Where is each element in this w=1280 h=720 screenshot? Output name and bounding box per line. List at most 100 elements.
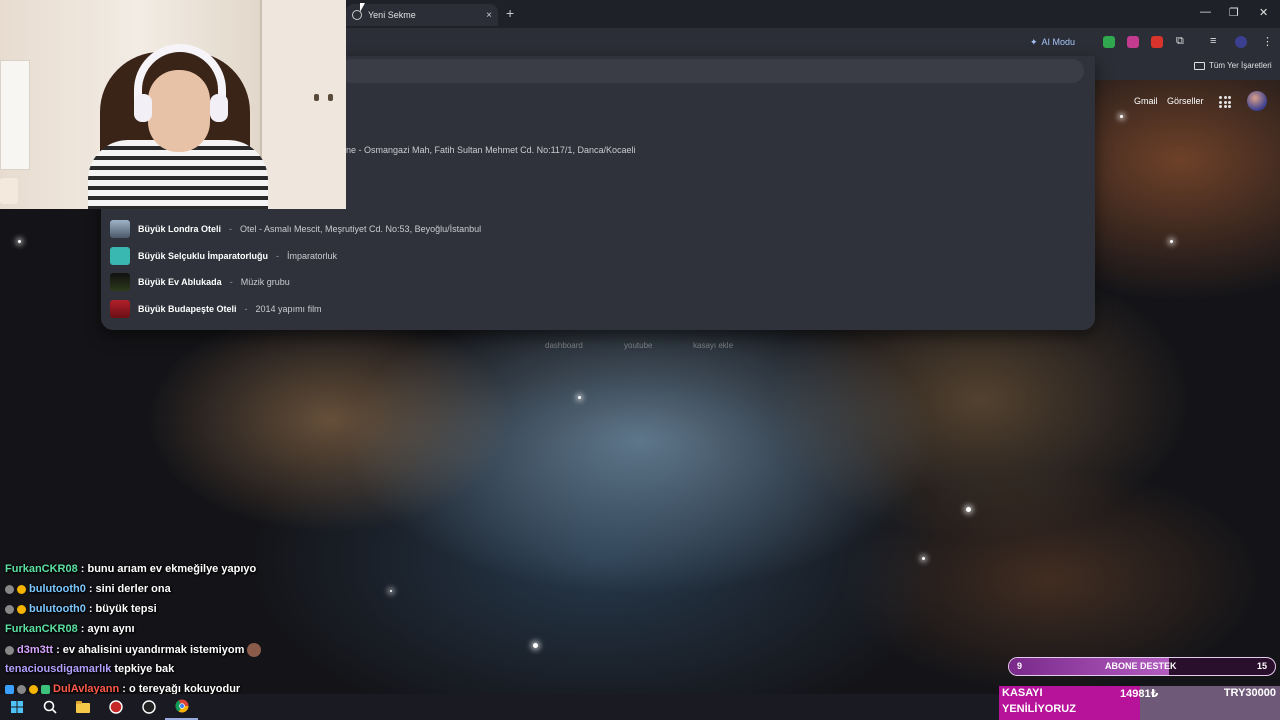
chat-text: : aynı aynı: [80, 623, 135, 635]
suggestion-item[interactable]: Büyük Selçuklu İmparatorluğu - İmparator…: [110, 246, 337, 266]
suggestion-title: Büyük Londra Oteli: [138, 224, 222, 234]
app-circle-icon: [108, 700, 123, 714]
chat-text: : ev ahalisini uyandırmak istemiyom: [56, 644, 245, 656]
suggestion-separator: -: [229, 224, 233, 234]
search-button[interactable]: [33, 694, 66, 720]
extension-pink-icon[interactable]: [1127, 36, 1139, 48]
suggestion-title: Büyük Selçuklu İmparatorluğu: [138, 251, 269, 261]
extension-red-icon[interactable]: [1151, 36, 1163, 48]
suggestion-detail: İmparatorluk: [287, 251, 338, 261]
suggestion-title: Büyük Budapeşte Oteli: [138, 304, 237, 314]
search-icon: [43, 700, 57, 714]
chat-message: bulutooth0 : büyük tepsi: [5, 603, 157, 615]
ai-mode-label: AI Modu: [1041, 37, 1076, 47]
suggestion-detail: 2014 yapımı film: [255, 304, 322, 314]
suggestion-thumbnail: [110, 300, 130, 318]
app-circle-icon: [141, 700, 156, 714]
star: [18, 240, 21, 243]
star: [390, 590, 392, 592]
suggestion-separator: -: [229, 277, 233, 287]
chat-username: d3m3tt: [17, 644, 54, 656]
star: [533, 643, 538, 648]
ai-mode-button[interactable]: ✦ AI Modu: [1030, 34, 1075, 50]
suggestion-separator: -: [244, 304, 248, 314]
star: [578, 396, 581, 399]
headphone-earcup: [210, 94, 228, 122]
mouse-cursor-icon: [360, 3, 365, 12]
donation-goal: TRY30000: [1223, 687, 1276, 699]
suggestion-item[interactable]: Büyük Londra Oteli - Otel - Asmalı Mesci…: [110, 219, 481, 239]
chat-username: tenaciousdigamarlık: [5, 663, 112, 675]
extension-x-icon[interactable]: [1103, 36, 1115, 48]
windows-logo-icon: [10, 701, 23, 713]
suggestion-detail: Otel - Asmalı Mescit, Meşrutiyet Cd. No:…: [240, 224, 482, 234]
sub-goal-target: 15: [1256, 661, 1267, 671]
restore-icon[interactable]: ❐: [1229, 6, 1239, 19]
folder-icon: [75, 701, 90, 713]
chat-message: FurkanCKR08 : aynı aynı: [5, 623, 135, 635]
donation-label-1: KASAYI: [1002, 687, 1043, 699]
suggestion-item[interactable]: Büyük Budapeşte Oteli - 2014 yapımı film: [110, 299, 322, 319]
shortcut-kasa[interactable]: kasayı ekle: [693, 341, 733, 350]
chat-badge-icon: [17, 604, 26, 614]
tab-close-button[interactable]: ×: [486, 10, 492, 21]
shelf: [0, 60, 30, 170]
start-button[interactable]: [0, 694, 33, 720]
chat-message: FurkanCKR08 : bunu arıam ev ekmeğilye ya…: [5, 563, 256, 575]
chat-text: : sini derler ona: [88, 583, 171, 595]
sub-goal-bar: 9 ABONE DESTEK 15: [1008, 657, 1276, 676]
sub-goal-label: ABONE DESTEK: [1105, 661, 1177, 671]
gmail-link[interactable]: Gmail: [1134, 96, 1158, 106]
taskbar-app-dark[interactable]: [132, 694, 165, 720]
star: [1120, 115, 1123, 118]
webcam-overlay: [0, 0, 346, 209]
profile-icon[interactable]: [1235, 36, 1247, 48]
taskbar-app-red[interactable]: [99, 694, 132, 720]
chat-username: bulutooth0: [29, 603, 86, 615]
reading-list-icon[interactable]: ≡: [1210, 35, 1216, 47]
address-bar-input[interactable]: [340, 59, 1084, 83]
extensions-puzzle-icon[interactable]: ⧉: [1176, 35, 1184, 48]
suggestion-item[interactable]: Büyük Ev Ablukada - Müzik grubu: [110, 272, 290, 292]
avatar[interactable]: [1247, 91, 1267, 111]
chat-message: tenaciousdigamarlık tepkiye bak: [5, 663, 174, 675]
suggestion-thumbnail: [110, 220, 130, 238]
new-tab-button[interactable]: +: [506, 5, 514, 21]
chat-badge-icon: [29, 684, 38, 694]
chat-username: bulutooth0: [29, 583, 86, 595]
sub-goal-current: 9: [1017, 661, 1023, 671]
tab-title: Yeni Sekme: [368, 10, 416, 20]
star: [966, 507, 971, 512]
suggestion-title: Büyük Ev Ablukada: [138, 277, 222, 287]
headphone-earcup: [134, 94, 152, 122]
wardrobe: [260, 0, 346, 209]
google-apps-icon[interactable]: [1219, 96, 1231, 108]
ai-sparkle-icon: ✦: [1030, 36, 1038, 47]
chat-message: bulutooth0 : sini derler ona: [5, 583, 171, 595]
emote-icon: [247, 643, 262, 657]
donation-goal-bar: KASAYI YENİLİYORUZ 14981₺ TRY30000: [999, 686, 1280, 720]
chrome-icon: [175, 699, 188, 713]
menu-kebab-icon[interactable]: ⋮: [1262, 35, 1273, 48]
minimize-icon[interactable]: —: [1200, 6, 1211, 18]
chat-badge-icon: [17, 584, 26, 594]
donation-label-2: YENİLİYORUZ: [1002, 703, 1076, 715]
chat-badge-icon: [5, 584, 14, 594]
chrome-button[interactable]: [165, 694, 198, 720]
mug: [0, 178, 18, 204]
shortcut-dashboard[interactable]: dashboard: [545, 341, 583, 350]
chat-message: d3m3tt : ev ahalisini uyandırmak istemiy…: [5, 643, 262, 657]
chat-badge-icon: [5, 645, 14, 655]
chat-text: tepkiye bak: [114, 663, 175, 675]
images-link[interactable]: Görseller: [1167, 96, 1204, 106]
chat-text: : büyük tepsi: [88, 603, 157, 615]
shortcut-youtube[interactable]: youtube: [624, 341, 652, 350]
chat-badge-icon: [5, 684, 14, 694]
star: [922, 557, 925, 560]
tab-new-tab[interactable]: Yeni Sekme ×: [346, 4, 498, 26]
file-explorer-button[interactable]: [66, 694, 99, 720]
suggestion-partial[interactable]: ne - Osmangazi Mah, Fatih Sultan Mehmet …: [346, 145, 635, 155]
close-window-icon[interactable]: ✕: [1259, 6, 1268, 19]
all-bookmarks-button[interactable]: Tüm Yer İşaretleri: [1194, 61, 1272, 70]
chat-badge-icon: [17, 684, 26, 694]
